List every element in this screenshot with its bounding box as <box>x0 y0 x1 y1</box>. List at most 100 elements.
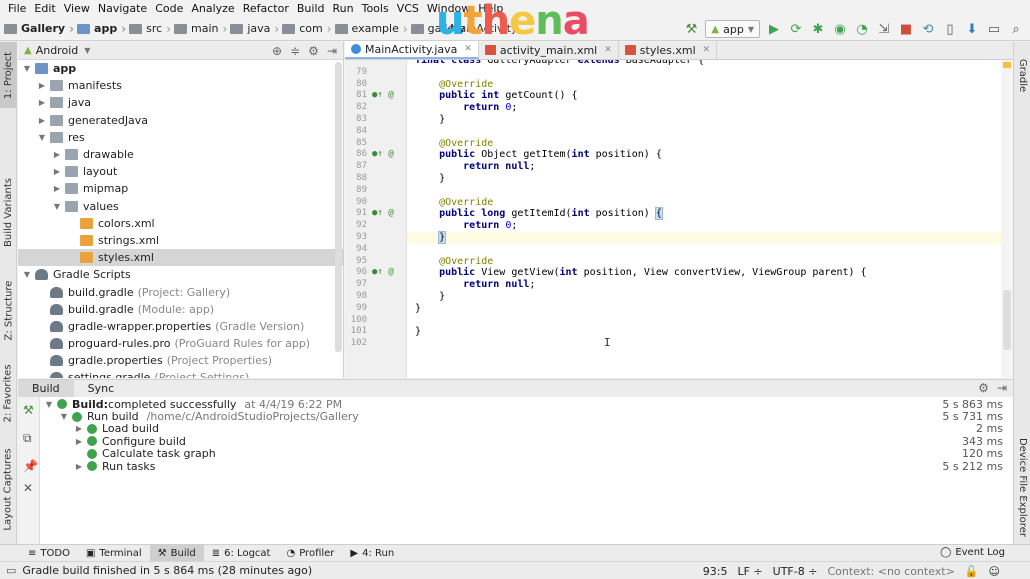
status-icon[interactable]: ▭ <box>6 564 16 577</box>
attach-debugger-icon[interactable]: ⇲ <box>876 21 892 37</box>
override-marker-icon[interactable]: ●↑ @ <box>372 149 394 161</box>
pin-icon[interactable]: 📌 <box>23 459 38 473</box>
chevron-down-icon[interactable]: ▼ <box>22 270 32 279</box>
tree-item[interactable]: build.gradle (Project: Gallery) <box>18 283 343 300</box>
tree-item[interactable]: build.gradle (Module: app) <box>18 301 343 318</box>
tree-item[interactable]: colors.xml <box>18 215 343 232</box>
tree-item[interactable]: ▶ mipmap <box>18 180 343 197</box>
toggle-view-icon[interactable]: ⧉ <box>23 431 32 446</box>
tree-item[interactable]: ▶ java <box>18 94 343 111</box>
gear-icon[interactable]: ⚙ <box>308 44 319 58</box>
menu-code[interactable]: Code <box>151 2 187 15</box>
close-icon[interactable]: ✕ <box>703 45 711 55</box>
chevron-down-icon[interactable]: ▼ <box>52 202 62 211</box>
lock-icon[interactable]: 🔓 <box>965 565 979 578</box>
project-scrollbar[interactable] <box>335 62 342 352</box>
warning-marker[interactable] <box>1003 62 1011 68</box>
code-line[interactable]: public long getItemId(int position) { <box>415 207 663 221</box>
override-marker-icon[interactable]: ●↑ @ <box>372 90 394 102</box>
tool-button-logcat[interactable]: ≣ 6: Logcat <box>204 545 279 562</box>
tree-item[interactable]: ▶ manifests <box>18 77 343 94</box>
tree-item[interactable]: ▶ generatedJava <box>18 112 343 129</box>
menu-vcs[interactable]: VCS <box>393 2 423 15</box>
breadcrumb-item[interactable]: app › <box>77 22 129 36</box>
tool-button-run[interactable]: ▶ 4: Run <box>342 545 402 562</box>
breadcrumb-item[interactable]: src › <box>129 22 174 36</box>
tool-tab-structure[interactable]: Z: Structure <box>0 280 17 340</box>
tool-button-terminal[interactable]: ▣ Terminal <box>78 545 150 562</box>
code-line[interactable]: public int getCount() { <box>415 90 577 102</box>
tree-item[interactable]: ▼ Gradle Scripts <box>18 266 343 283</box>
close-icon[interactable]: ✕ <box>23 481 33 495</box>
device-icon[interactable]: ▭ <box>986 21 1002 37</box>
editor-scrollbar[interactable] <box>1001 60 1013 378</box>
tree-item[interactable]: ▼ values <box>18 198 343 215</box>
debug-icon[interactable]: ✱ <box>810 21 826 37</box>
override-marker-icon[interactable]: ●↑ @ <box>372 208 394 220</box>
build-tree-item[interactable]: ▶ Load build 2 ms <box>40 422 1013 435</box>
chevron-right-icon[interactable]: ▶ <box>37 98 47 107</box>
tree-item[interactable]: styles.xml <box>18 249 343 267</box>
event-log-button[interactable]: ◯ Event Log <box>940 545 1005 560</box>
chevron-down-icon[interactable]: ▼ <box>37 133 47 142</box>
code-line[interactable]: @Override <box>415 79 493 91</box>
tool-tab-build-variants[interactable]: Build Variants <box>0 172 17 252</box>
code-line[interactable]: } <box>415 173 445 185</box>
apply-changes-icon[interactable]: ⟳ <box>788 21 804 37</box>
run-config-select[interactable]: ▲ app ▼ <box>705 20 760 38</box>
override-marker-icon[interactable]: ●↑ @ <box>372 267 394 279</box>
code-line[interactable]: @Override <box>415 138 493 150</box>
breadcrumb-item[interactable]: Gallery › <box>4 22 77 36</box>
tab-build[interactable]: Build <box>18 380 74 397</box>
collapse-icon[interactable]: ≑ <box>290 44 300 58</box>
sdk-manager-icon[interactable]: ⬇ <box>964 21 980 37</box>
coverage-icon[interactable]: ◉ <box>832 21 848 37</box>
editor-scroll-thumb[interactable] <box>1003 290 1011 350</box>
code-line[interactable]: public Object getItem(int position) { <box>415 149 662 161</box>
stop-icon[interactable]: ■ <box>898 21 914 37</box>
code-line[interactable]: } <box>407 231 1001 244</box>
code-line[interactable]: return null; <box>415 279 535 291</box>
editor-tab[interactable]: styles.xml ✕ <box>619 41 718 59</box>
menu-file[interactable]: File <box>4 2 30 15</box>
chevron-right-icon[interactable]: ▶ <box>52 167 62 176</box>
tree-item[interactable]: ▶ drawable <box>18 146 343 163</box>
tree-item[interactable]: ▼ app <box>18 60 343 77</box>
sync-gradle-icon[interactable]: ⟲ <box>920 21 936 37</box>
menu-refactor[interactable]: Refactor <box>239 2 293 15</box>
chevron-down-icon[interactable]: ▼ <box>59 412 69 421</box>
tree-item[interactable]: proguard-rules.pro (ProGuard Rules for ap… <box>18 335 343 352</box>
cursor-position[interactable]: 93:5 <box>703 565 728 578</box>
menu-run[interactable]: Run <box>329 2 358 15</box>
code-line[interactable]: final class GalleryAdapter extends BaseA… <box>415 60 704 67</box>
tool-button-todo[interactable]: ≡ TODO <box>20 545 78 562</box>
tree-item[interactable]: gradle.properties (Project Properties) <box>18 352 343 369</box>
tool-tab-device-file-explorer[interactable]: Device File Explorer <box>1014 432 1030 542</box>
tool-tab-layout-captures[interactable]: Layout Captures <box>0 447 17 531</box>
tree-item[interactable]: gradle-wrapper.properties (Gradle Version… <box>18 318 343 335</box>
breadcrumb-item[interactable]: main › <box>174 22 230 36</box>
tree-item[interactable]: ▶ layout <box>18 163 343 180</box>
close-icon[interactable]: ✕ <box>464 44 472 54</box>
tool-tab-gradle[interactable]: Gradle <box>1014 52 1030 98</box>
chevron-right-icon[interactable]: ▶ <box>37 81 47 90</box>
chevron-right-icon[interactable]: ▶ <box>74 437 84 446</box>
locate-icon[interactable]: ⊕ <box>272 44 282 58</box>
tree-item[interactable]: strings.xml <box>18 232 343 249</box>
close-icon[interactable]: ✕ <box>604 45 612 55</box>
line-separator[interactable]: LF ÷ <box>737 565 762 578</box>
tree-item[interactable]: settings.gradle (Project Settings) <box>18 369 343 378</box>
hammer-icon[interactable]: ⚒ <box>23 403 34 417</box>
chevron-right-icon[interactable]: ▶ <box>37 116 47 125</box>
code-line[interactable]: return 0; <box>415 220 517 232</box>
tool-button-build[interactable]: ⚒ Build <box>149 544 204 562</box>
gear-icon[interactable]: ⚙ <box>978 381 989 395</box>
build-tree-item[interactable]: ▶ Configure build 343 ms <box>40 435 1013 448</box>
profile-icon[interactable]: ◔ <box>854 21 870 37</box>
search-icon[interactable]: ⌕ <box>1008 21 1024 37</box>
tool-button-profiler[interactable]: ◔ Profiler <box>278 545 342 562</box>
avd-manager-icon[interactable]: ▯ <box>942 21 958 37</box>
menu-edit[interactable]: Edit <box>30 2 59 15</box>
tool-tab-project[interactable]: 1: Project <box>0 42 17 108</box>
file-encoding[interactable]: UTF-8 ÷ <box>773 565 818 578</box>
